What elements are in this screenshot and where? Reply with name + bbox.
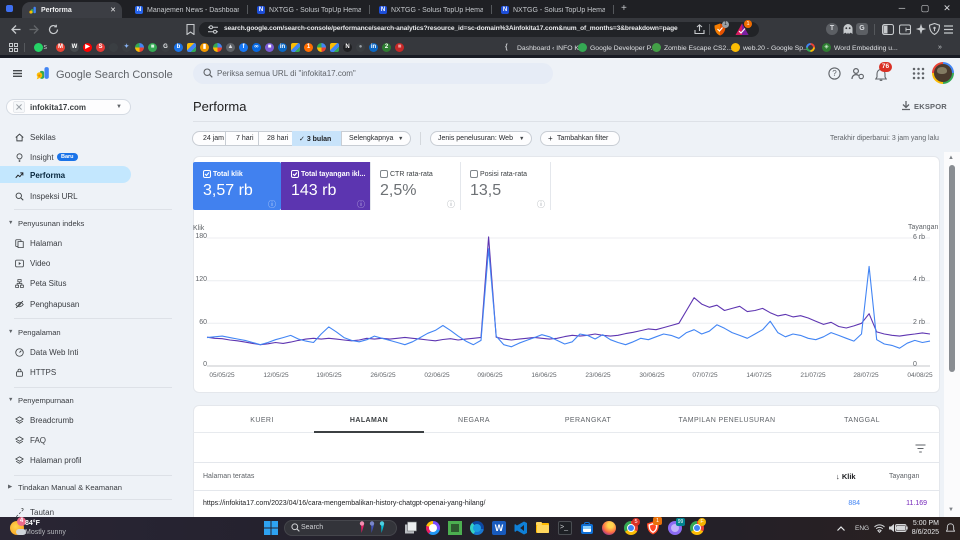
svg-text:?: ? [832, 69, 837, 78]
